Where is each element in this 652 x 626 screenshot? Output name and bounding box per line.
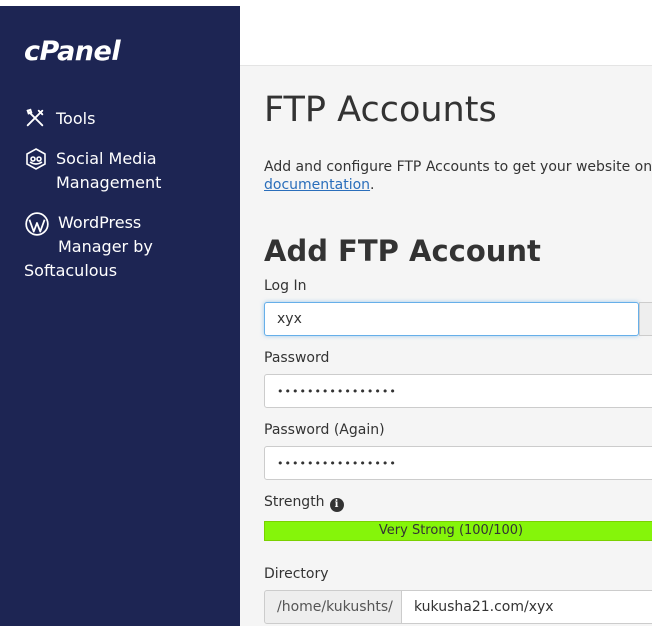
- social-media-icon: [24, 147, 48, 171]
- sidebar-item-social-media[interactable]: Social Media Management: [24, 147, 161, 195]
- sidebar-item-tools[interactable]: Tools: [24, 107, 95, 131]
- sidebar-item-wordpress[interactable]: WordPress Manager by Softaculous: [24, 211, 153, 283]
- strength-meter: Very Strong (100/100): [264, 521, 652, 541]
- sidebar: cPanel Tools Social Media Management Wor…: [0, 6, 240, 626]
- strength-label-text: Strength: [264, 494, 325, 510]
- top-bar: [240, 6, 652, 66]
- directory-prefix: /home/kukushts/: [264, 590, 402, 624]
- directory-label: Directory: [264, 566, 329, 582]
- description-suffix: .: [370, 177, 375, 193]
- strength-label: Strength i: [264, 494, 344, 512]
- directory-input[interactable]: [401, 590, 652, 624]
- wordpress-icon: [24, 211, 49, 236]
- login-addon: [639, 302, 652, 336]
- sidebar-item-label: Management: [56, 173, 162, 192]
- password-again-label: Password (Again): [264, 422, 385, 438]
- password-input[interactable]: [264, 374, 652, 408]
- description-text: Add and configure FTP Accounts to get yo…: [264, 159, 652, 175]
- sidebar-item-label: Softaculous: [24, 261, 118, 280]
- cpanel-logo[interactable]: cPanel: [24, 36, 121, 67]
- page-description: Add and configure FTP Accounts to get yo…: [264, 158, 652, 194]
- documentation-link[interactable]: documentation: [264, 177, 370, 193]
- section-title: Add FTP Account: [264, 234, 541, 268]
- info-icon[interactable]: i: [329, 498, 344, 512]
- main-content: FTP Accounts Add and configure FTP Accou…: [240, 6, 652, 626]
- login-label: Log In: [264, 278, 307, 294]
- password-again-input[interactable]: [264, 446, 652, 480]
- login-input[interactable]: [264, 302, 639, 336]
- strength-text: Very Strong (100/100): [378, 523, 524, 538]
- password-label: Password: [264, 350, 330, 366]
- tools-icon: [24, 107, 48, 131]
- sidebar-item-label: Manager by: [58, 237, 153, 256]
- page-title: FTP Accounts: [264, 90, 497, 130]
